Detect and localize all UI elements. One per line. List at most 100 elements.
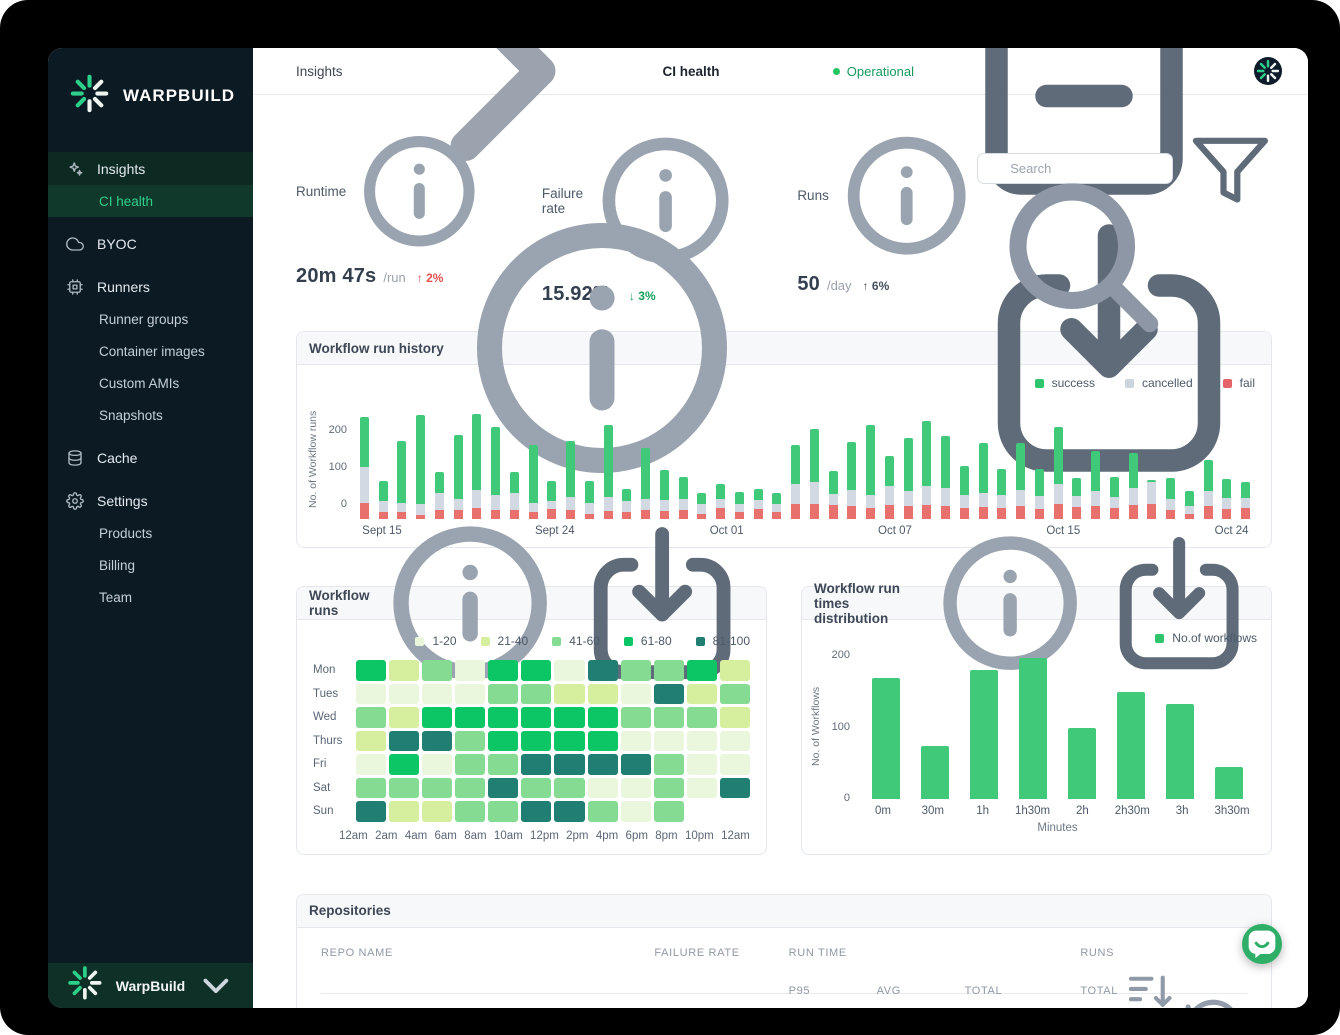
heatmap-hour-label: 8am xyxy=(464,829,487,842)
sidebar-item-cache[interactable]: Cache xyxy=(48,441,253,474)
history-bar xyxy=(374,399,393,520)
heatmap-hour-label: 4am xyxy=(404,829,428,842)
heatmap-cell xyxy=(488,730,519,752)
heatmap-hour-label: 6pm xyxy=(625,829,648,842)
heatmap-hour-label: 10pm xyxy=(684,829,714,842)
history-bar xyxy=(955,399,974,520)
heatmap-cell xyxy=(587,683,618,705)
search-area xyxy=(977,125,1272,333)
legend-label: success xyxy=(1051,376,1095,391)
status-badge[interactable]: Operational xyxy=(832,63,914,79)
sidebar-item-container-images[interactable]: Container images xyxy=(48,335,253,367)
legend-item-21-40[interactable]: 21-40 xyxy=(480,634,528,648)
heatmap-cell xyxy=(389,777,420,799)
heatmap-cell xyxy=(686,660,717,681)
sidebar-item-billing[interactable]: Billing xyxy=(48,549,253,581)
heatmap-cell xyxy=(719,777,750,799)
distribution-y-axis: 200 100 0 xyxy=(824,649,858,804)
legend-item-61-80[interactable]: 61-80 xyxy=(623,634,672,648)
x-tick-1h30m: 1h30m xyxy=(1014,805,1051,818)
stats-row: Runtime 20m 47s /run ↑ 2% Failure rate 1… xyxy=(296,125,1272,333)
sidebar-item-team[interactable]: Team xyxy=(48,581,253,613)
x-tick-oct-07: Oct 07 xyxy=(878,525,912,538)
history-bar xyxy=(1124,399,1143,520)
heatmap-cell xyxy=(389,730,420,752)
heatmap-cell xyxy=(422,777,453,799)
legend-item-success[interactable]: success xyxy=(1034,376,1095,391)
heatmap-cell xyxy=(356,707,387,728)
history-bar xyxy=(786,399,805,520)
workflow-run-history-card: Workflow run history success cancelled fai… xyxy=(296,223,1272,549)
col-p95: P95 xyxy=(788,984,811,997)
legend-item[interactable]: No.of workflows xyxy=(1155,631,1257,645)
heatmap-cell xyxy=(686,754,717,775)
sidebar-footer-org-switcher[interactable]: WarpBuild xyxy=(48,963,253,1008)
heatmap-cell xyxy=(587,777,618,799)
distribution-bar xyxy=(960,654,1009,800)
sidebar-item-insights[interactable]: Insights xyxy=(48,152,253,185)
sidebar-item-custom-amis[interactable]: Custom AMIs xyxy=(48,367,253,399)
card-title: Workflow run times distribution xyxy=(814,580,900,626)
heatmap-cell xyxy=(455,660,486,681)
heatmap-cell xyxy=(554,777,585,799)
sidebar-item-settings[interactable]: Settings xyxy=(48,484,253,517)
distribution-bar xyxy=(1204,654,1253,800)
history-bar xyxy=(768,399,787,520)
repositories-table: REPO NAME FAILURE RATE RUN TIME RUNS P95… xyxy=(297,928,1271,1008)
sidebar-item-runner-groups[interactable]: Runner groups xyxy=(48,303,253,335)
heatmap-cell xyxy=(686,683,717,705)
legend-item-1-20[interactable]: 1-20 xyxy=(415,634,457,648)
legend-label: fail xyxy=(1239,376,1255,391)
heatmap-cell xyxy=(356,801,387,822)
col-run-time: RUN TIME xyxy=(788,946,847,959)
sidebar-item-snapshots[interactable]: Snapshots xyxy=(48,399,253,431)
heatmap-cell xyxy=(422,707,453,728)
heatmap-cell xyxy=(455,730,486,752)
cpu-icon xyxy=(66,278,84,296)
heatmap-cell xyxy=(521,801,552,822)
heatmap-hour-label: 8pm xyxy=(655,829,678,842)
heatmap-cell xyxy=(422,660,453,681)
heatmap-cell xyxy=(686,707,717,728)
history-bar xyxy=(693,399,712,520)
heatmap-cell xyxy=(554,660,585,681)
stat-delta: ↑ 2% xyxy=(416,270,444,285)
history-bar xyxy=(1105,399,1124,520)
info-icon[interactable] xyxy=(836,125,977,266)
status-label: Operational xyxy=(846,63,914,79)
heatmap-cell xyxy=(488,707,519,728)
breadcrumb-insights[interactable]: Insights xyxy=(296,64,343,79)
heatmap-cell xyxy=(687,801,717,822)
heatmap-cell xyxy=(719,707,750,728)
heatmap-day-label: Thurs xyxy=(313,734,343,747)
heatmap-cell xyxy=(620,660,651,681)
avatar[interactable] xyxy=(1254,57,1282,85)
heatmap-cell xyxy=(554,730,585,752)
x-tick-3h: 3h xyxy=(1175,805,1189,818)
history-bar xyxy=(505,399,524,520)
sidebar-item-ci-health[interactable]: CI health xyxy=(48,185,253,218)
heatmap-hour-label: 10am xyxy=(493,829,523,842)
heatmap-cell xyxy=(620,754,651,775)
history-bar xyxy=(561,399,580,520)
legend-item-41-60[interactable]: 41-60 xyxy=(552,634,600,648)
heatmap-cell xyxy=(389,707,420,728)
legend-item-cancelled[interactable]: cancelled xyxy=(1124,376,1193,390)
history-icon[interactable] xyxy=(1178,994,1247,1008)
heatmap-cell xyxy=(554,707,585,728)
heatmap-hour-label: 12am xyxy=(339,829,368,842)
history-y-axis: 200 100 0 xyxy=(321,399,355,519)
legend-item-fail[interactable]: fail xyxy=(1222,376,1255,391)
sidebar-item-byoc[interactable]: BYOC xyxy=(48,227,253,260)
stat-label: Runs xyxy=(797,188,829,204)
distribution-bar xyxy=(911,654,960,800)
sidebar-item-runners[interactable]: Runners xyxy=(48,270,253,303)
heatmap-cell xyxy=(488,660,519,681)
y-tick-100: 100 xyxy=(328,461,347,474)
heatmap-day-label: Tues xyxy=(313,687,339,700)
chat-widget-button[interactable] xyxy=(1242,924,1282,964)
sort-descending-icon[interactable] xyxy=(1123,964,1177,1008)
heatmap-cell xyxy=(389,754,420,775)
sidebar-item-products[interactable]: Products xyxy=(48,517,253,549)
legend-item-81-100[interactable]: 81-100 xyxy=(695,634,750,648)
